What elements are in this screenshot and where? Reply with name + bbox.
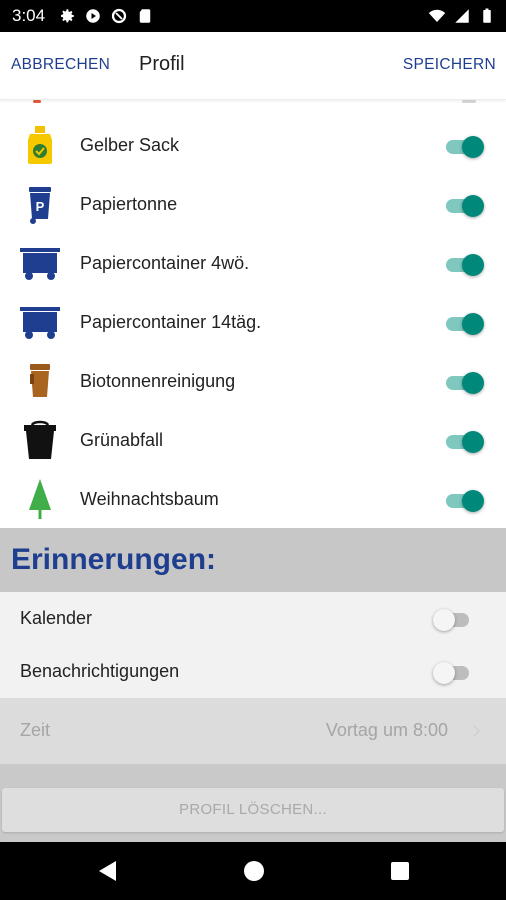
toggle-switch[interactable] xyxy=(444,427,484,455)
list-item-label: Biotonnenreinigung xyxy=(80,371,236,391)
toggle-switch[interactable] xyxy=(444,132,484,160)
list-item-label: Papiertonne xyxy=(80,194,178,214)
partially-scrolled-row xyxy=(0,100,506,104)
toggle-switch[interactable] xyxy=(444,486,484,514)
notifications-label: Benachrichtigungen xyxy=(20,661,180,681)
recent-apps-icon[interactable] xyxy=(390,861,410,881)
settings-icon xyxy=(61,9,74,23)
section-title: Erinnerungen: xyxy=(11,543,217,576)
play-store-icon xyxy=(86,9,100,23)
paper-bin-icon: P xyxy=(29,187,51,224)
svg-text:P: P xyxy=(36,199,45,214)
list-item[interactable]: Biotonnenreinigung xyxy=(0,352,506,411)
list-item-label: Gelber Sack xyxy=(80,135,180,155)
data-saver-icon xyxy=(111,8,127,24)
page-title: Profil xyxy=(139,53,185,75)
toggle-switch[interactable] xyxy=(444,191,484,219)
sd-card-icon xyxy=(139,9,151,23)
list-item-label: Weihnachtsbaum xyxy=(80,489,219,509)
back-icon[interactable] xyxy=(96,859,118,883)
status-bar: 3:04 xyxy=(0,0,506,32)
chevron-right-icon xyxy=(473,725,481,737)
cancel-button[interactable]: ABBRECHEN xyxy=(11,56,110,74)
christmas-tree-icon xyxy=(29,479,51,519)
list-item-label: Grünabfall xyxy=(80,430,164,450)
home-icon[interactable] xyxy=(243,860,265,882)
delete-profile-button[interactable]: PROFIL LÖSCHEN... xyxy=(2,788,504,832)
wifi-icon xyxy=(428,9,446,22)
calendar-toggle[interactable] xyxy=(433,605,473,633)
toggle-switch[interactable] xyxy=(444,250,484,278)
notifications-toggle[interactable] xyxy=(433,658,473,686)
list-item[interactable]: Weihnachtsbaum xyxy=(0,470,506,529)
list-item-label: Papiercontainer 14täg. xyxy=(80,312,262,332)
time-value: Vortag um 8:00 xyxy=(325,720,448,740)
list-item[interactable]: P Papiertonne xyxy=(0,175,506,234)
paper-container-icon xyxy=(20,307,60,339)
list-item[interactable]: Papiercontainer 14täg. xyxy=(0,293,506,352)
time-row[interactable]: Zeit Vortag um 8:00 xyxy=(0,698,506,764)
system-navigation-bar xyxy=(0,842,506,900)
list-item[interactable]: Grünabfall xyxy=(0,411,506,470)
profile-screen: ABBRECHEN Profil SPEICHERN Gelber Sack P… xyxy=(0,32,506,842)
battery-icon xyxy=(483,8,491,23)
paper-container-icon xyxy=(20,248,60,280)
list-item-label: Papiercontainer 4wö. xyxy=(80,253,250,273)
green-waste-bin-icon xyxy=(24,420,56,459)
toolbar: ABBRECHEN Profil SPEICHERN xyxy=(0,32,506,100)
notifications-row[interactable]: Benachrichtigungen xyxy=(0,645,506,698)
list-item[interactable]: Papiercontainer 4wö. xyxy=(0,234,506,293)
delete-profile-label: PROFIL LÖSCHEN... xyxy=(179,801,327,818)
calendar-row[interactable]: Kalender xyxy=(0,592,506,645)
toggle-switch[interactable] xyxy=(444,309,484,337)
list-item[interactable]: Gelber Sack xyxy=(0,116,506,175)
calendar-label: Kalender xyxy=(20,608,93,628)
section-header-reminders: Erinnerungen: xyxy=(0,528,506,592)
yellow-sack-icon xyxy=(28,126,52,164)
signal-icon xyxy=(455,9,469,23)
toggle-switch[interactable] xyxy=(444,368,484,396)
status-time: 3:04 xyxy=(12,6,46,25)
save-button[interactable]: SPEICHERN xyxy=(403,56,496,74)
bio-bin-icon xyxy=(30,364,50,397)
time-label: Zeit xyxy=(20,720,51,740)
